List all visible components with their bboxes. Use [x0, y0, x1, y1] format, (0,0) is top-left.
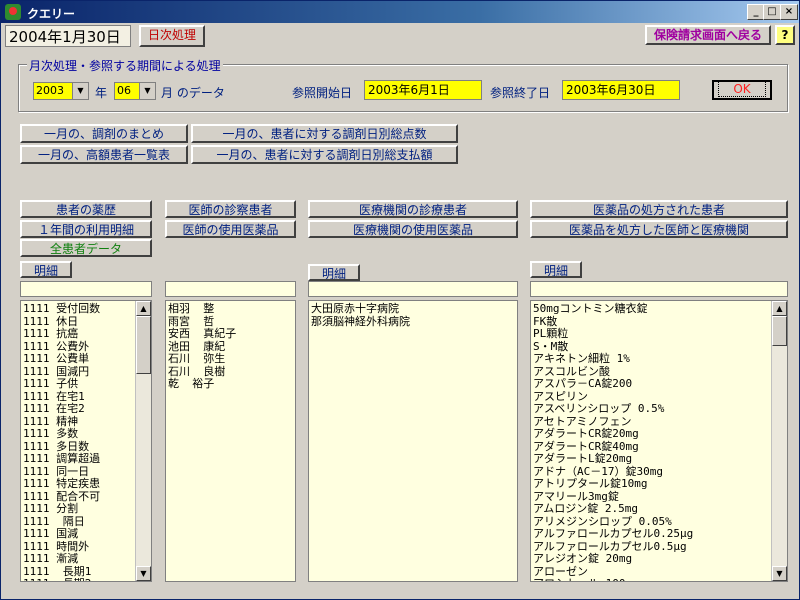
- month-data-label: 月 のデータ: [161, 86, 225, 100]
- patient-history-button[interactable]: 患者の薬歴: [20, 200, 152, 218]
- year-select-value: 2003: [36, 84, 64, 97]
- institution-list[interactable]: 大田原赤十字病院 那須脳神経外科病院: [308, 300, 518, 582]
- drug-doctors-button[interactable]: 医薬品を処方した医師と医療機関: [530, 220, 788, 238]
- drug-patients-button[interactable]: 医薬品の処方された患者: [530, 200, 788, 218]
- period-group-label: 月次処理・参照する期間による処理: [27, 57, 223, 74]
- doctor-patients-button[interactable]: 医師の診察患者: [165, 200, 296, 218]
- high-cost-patients-button[interactable]: 一月の、高額患者一覧表: [20, 145, 188, 164]
- scroll-up-icon[interactable]: ▲: [772, 301, 787, 316]
- doctor-list-items[interactable]: 相羽 整 雨宮 哲 安西 真紀子 池田 康紀 石川 弥生 石川 良樹 乾 裕子: [168, 302, 293, 391]
- institution-filter-field[interactable]: [308, 281, 518, 297]
- drug-detail-button[interactable]: 明細: [530, 261, 582, 278]
- patient-list-items[interactable]: 1111 受付回数 1111 休日 1111 抗癌 1111 公費外 1111 …: [23, 302, 135, 581]
- scroll-thumb[interactable]: [772, 316, 787, 346]
- patient-detail-button[interactable]: 明細: [20, 261, 72, 278]
- institution-drugs-button[interactable]: 医療機関の使用医薬品: [308, 220, 518, 238]
- scroll-thumb[interactable]: [136, 316, 151, 374]
- institution-list-items[interactable]: 大田原赤十字病院 那須脳神経外科病院: [311, 302, 515, 328]
- year-label: 年: [95, 86, 108, 100]
- annual-usage-button[interactable]: １年間の利用明細: [20, 220, 152, 238]
- institution-patients-button[interactable]: 医療機関の診療患者: [308, 200, 518, 218]
- end-date-label: 参照終了日: [490, 86, 551, 100]
- monthly-payments-button[interactable]: 一月の、患者に対する調剤日別総支払額: [191, 145, 458, 164]
- scroll-down-icon[interactable]: ▼: [772, 566, 787, 581]
- title-bar[interactable]: クエリー _ □ ×: [1, 1, 799, 23]
- monthly-points-button[interactable]: 一月の、患者に対する調剤日別総点数: [191, 124, 458, 143]
- all-patients-button[interactable]: 全患者データ: [20, 239, 152, 257]
- help-button[interactable]: ?: [775, 25, 795, 45]
- query-window: クエリー _ □ × 2004年1月30日 日次処理 保険請求画面へ戻る ? 月…: [0, 0, 800, 600]
- doctor-filter-field[interactable]: [165, 281, 296, 297]
- return-to-insurance-button[interactable]: 保険請求画面へ戻る: [645, 25, 771, 45]
- chevron-down-icon[interactable]: ▼: [139, 83, 155, 99]
- month-select-value: 06: [117, 84, 131, 97]
- close-button[interactable]: ×: [780, 4, 798, 20]
- year-select[interactable]: 2003 ▼: [33, 82, 89, 100]
- drug-list-items[interactable]: 50mgコントミン糖衣錠 FK散 PL顆粒 S・M散 アキネトン細粒 1% アス…: [533, 302, 771, 581]
- scroll-down-icon[interactable]: ▼: [136, 566, 151, 581]
- maximize-button[interactable]: □: [763, 4, 781, 20]
- daily-processing-button[interactable]: 日次処理: [139, 25, 205, 47]
- scroll-up-icon[interactable]: ▲: [136, 301, 151, 316]
- patient-list-scrollbar[interactable]: ▲ ▼: [135, 301, 151, 581]
- month-select[interactable]: 06 ▼: [114, 82, 156, 100]
- current-date: 2004年1月30日: [5, 25, 131, 47]
- monthly-summary-button[interactable]: 一月の、調剤のまとめ: [20, 124, 188, 143]
- institution-detail-button[interactable]: 明細: [308, 264, 360, 281]
- drug-filter-field[interactable]: [530, 281, 788, 297]
- start-date-field[interactable]: 2003年6月1日: [364, 80, 482, 100]
- ok-button[interactable]: OK: [712, 80, 772, 100]
- start-date-label: 参照開始日: [292, 86, 353, 100]
- end-date-field[interactable]: 2003年6月30日: [562, 80, 680, 100]
- window-title: クエリー: [27, 7, 76, 21]
- patient-filter-field[interactable]: [20, 281, 152, 297]
- drug-list[interactable]: 50mgコントミン糖衣錠 FK散 PL顆粒 S・M散 アキネトン細粒 1% アス…: [530, 300, 788, 582]
- drug-list-scrollbar[interactable]: ▲ ▼: [771, 301, 787, 581]
- patient-list[interactable]: 1111 受付回数 1111 休日 1111 抗癌 1111 公費外 1111 …: [20, 300, 152, 582]
- doctor-drugs-button[interactable]: 医師の使用医薬品: [165, 220, 296, 238]
- doctor-list[interactable]: 相羽 整 雨宮 哲 安西 真紀子 池田 康紀 石川 弥生 石川 良樹 乾 裕子: [165, 300, 296, 582]
- ok-button-label: OK: [718, 81, 766, 97]
- chevron-down-icon[interactable]: ▼: [72, 83, 88, 99]
- app-icon: [5, 4, 21, 20]
